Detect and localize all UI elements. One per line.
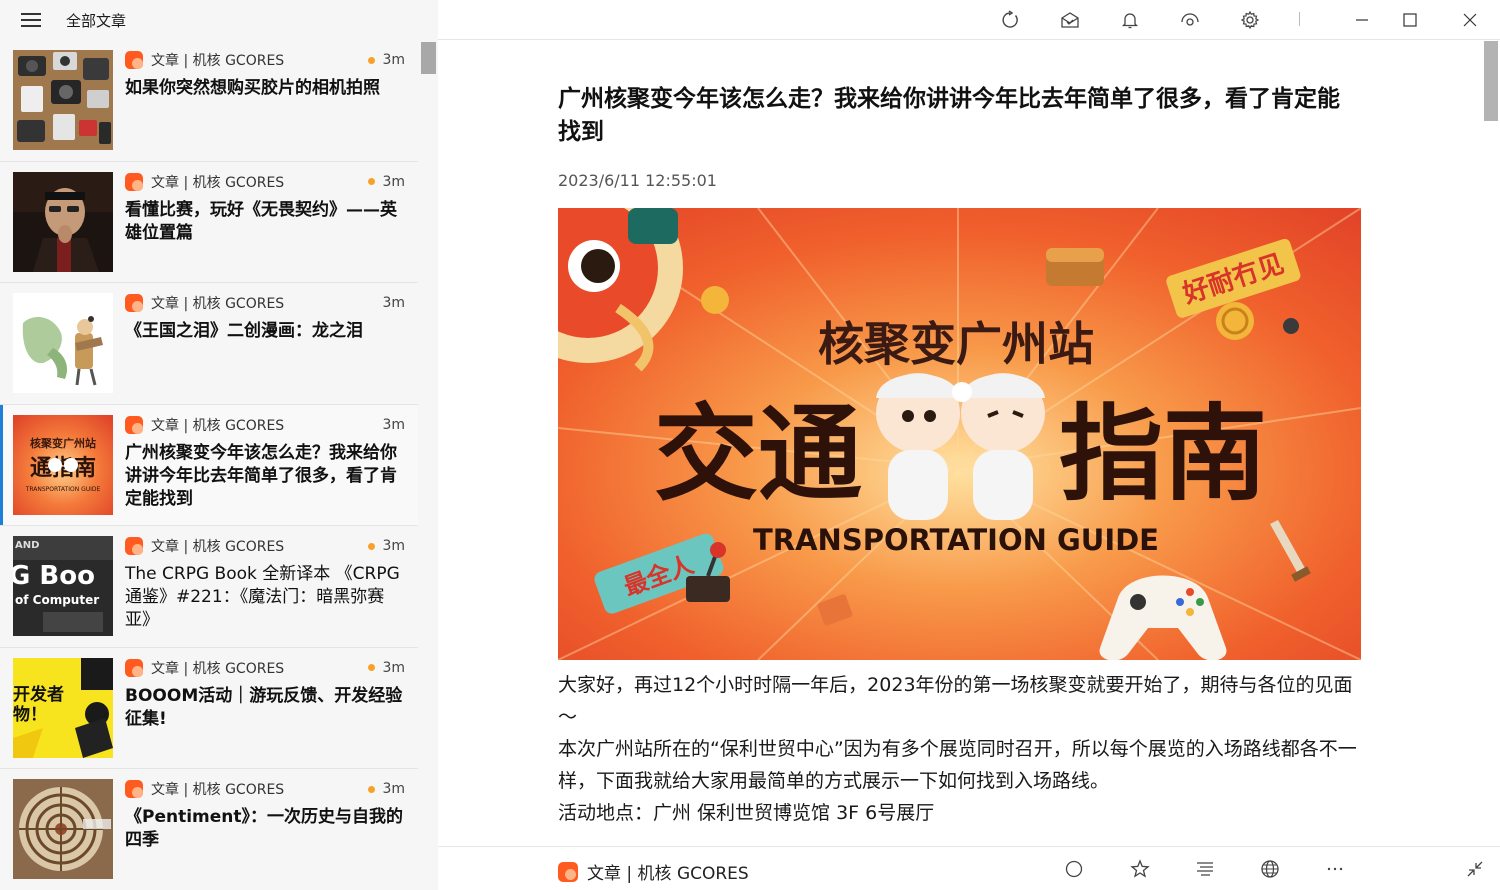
- source-name: 文章 | 机核 GCORES: [151, 174, 285, 191]
- source-icon: [558, 861, 578, 882]
- list-item[interactable]: 文章 | 机核 GCORES 3m 《王国之泪》二创漫画：龙之泪: [0, 283, 418, 405]
- article-title: 《Pentiment》：一次历史与自我的四季: [125, 807, 404, 850]
- list-item-selected[interactable]: 核聚变广州站 通指南 TRANSPORTATION GUIDE 文章 | 机核 …: [0, 404, 418, 526]
- article-date: 2023/6/11 12:55:01: [558, 171, 717, 190]
- list-item[interactable]: 文章 | 机核 GCORES 3m 如果你突然想购买胶片的相机拍照: [0, 40, 418, 162]
- collapse-icon[interactable]: [1463, 857, 1487, 881]
- source-icon: [125, 172, 143, 191]
- list-item[interactable]: 开发者 物！ 文章 | 机核 GCORES 3m BOOOM活动｜游玩反馈、开发…: [0, 648, 418, 769]
- source-icon: [125, 51, 143, 69]
- thumb-text: 物！: [13, 704, 47, 725]
- close-icon[interactable]: [1458, 8, 1482, 32]
- article-age: 3m: [382, 659, 405, 676]
- list-title: 全部文章: [66, 11, 127, 30]
- article-title: BOOOM活动｜游玩反馈、开发经验征集!: [125, 685, 403, 729]
- thumb-text: AND: [15, 540, 39, 551]
- article-hero-image: 好耐冇见 核聚变广州站 交通 指南 TRANSPORTATION GUIDE 最…: [558, 208, 1361, 660]
- thumb-text: G Boo: [13, 561, 95, 591]
- bell-icon[interactable]: [1118, 8, 1142, 32]
- source-name: 文章 | 机核 GCORES: [151, 53, 285, 69]
- mark-all-read-icon[interactable]: [1058, 8, 1082, 32]
- circle-icon[interactable]: [1062, 857, 1086, 881]
- article-thumbnail: [13, 779, 113, 879]
- article-title: 《王国之泪》二创漫画：龙之泪: [125, 321, 363, 341]
- star-icon[interactable]: [1128, 857, 1152, 881]
- source-icon: [125, 780, 143, 798]
- source-icon: [125, 537, 143, 555]
- article-heading: 广州核聚变今年该怎么走？我来给你讲讲今年比去年简单了很多，看了肯定能找到: [558, 86, 1340, 145]
- gear-icon[interactable]: [1238, 8, 1262, 32]
- article-thumbnail: 开发者 物！: [13, 657, 113, 758]
- article-title: 如果你突然想购买胶片的相机拍照: [125, 78, 380, 98]
- article-thumbnail: 核聚变广州站 通指南 TRANSPORTATION GUIDE: [13, 414, 113, 515]
- article-age: 3m: [382, 295, 405, 311]
- text-format-icon[interactable]: [1193, 857, 1217, 881]
- thumb-text: of Computer: [15, 593, 99, 607]
- list-scrollbar-thumb[interactable]: [421, 42, 436, 74]
- source-icon: [125, 294, 143, 312]
- unread-dot-icon: [368, 785, 376, 793]
- bottom-source[interactable]: 文章 | 机核 GCORES: [558, 859, 749, 884]
- list-item[interactable]: 文章 | 机核 GCORES 3m 《Pentiment》：一次历史与自我的四季: [0, 769, 418, 890]
- unread-dot-icon: [368, 542, 376, 550]
- thumb-text: TRANSPORTATION GUIDE: [25, 486, 101, 493]
- article-content: 广州核聚变今年该怎么走？我来给你讲讲今年比去年简单了很多，看了肯定能找到 202…: [438, 41, 1482, 845]
- article-age: 3m: [382, 52, 405, 68]
- article-thumbnail: [13, 50, 113, 150]
- hero-main-left: 交通: [654, 393, 862, 515]
- article-age: 3m: [382, 173, 405, 190]
- globe-icon[interactable]: [1258, 857, 1282, 881]
- article-title: 广州核聚变今年该怎么走？我来给你讲讲今年比去年简单了很多，看了肯定能找到: [125, 442, 397, 509]
- thumb-text: 核聚变广州站: [30, 436, 96, 450]
- source-icon: [125, 658, 143, 677]
- list-item[interactable]: AND G Boo of Computer 文章 | 机核 GCORES 3m …: [0, 526, 418, 648]
- article-age: 3m: [382, 538, 405, 554]
- thumb-text: 开发者: [13, 684, 64, 705]
- article-paragraph: 大家好，再过12个小时时隔一年后，2023年份的第一场核聚变就要开始了，期待与各…: [558, 674, 1353, 728]
- article-scrollbar[interactable]: [1482, 41, 1500, 845]
- article-scrollbar-thumb[interactable]: [1484, 41, 1498, 121]
- refresh-icon[interactable]: [998, 8, 1022, 32]
- article-list: 文章 | 机核 GCORES 3m 如果你突然想购买胶片的相机拍照 文章 | 机…: [0, 40, 418, 890]
- toolbar-divider: [1299, 12, 1300, 26]
- source-icon: [125, 415, 143, 434]
- thumb-text: 通指南: [30, 456, 96, 481]
- list-item[interactable]: 文章 | 机核 GCORES 3m 看懂比赛，玩好《无畏契约》——英雄位置篇: [0, 162, 418, 283]
- source-name: 文章 | 机核 GCORES: [151, 660, 285, 677]
- top-toolbar: [438, 0, 1500, 40]
- more-icon[interactable]: [1323, 857, 1347, 881]
- reading-pane: 广州核聚变今年该怎么走？我来给你讲讲今年比去年简单了很多，看了肯定能找到 202…: [438, 0, 1500, 890]
- maximize-icon[interactable]: [1398, 8, 1422, 32]
- bottom-source-name: 文章 | 机核 GCORES: [587, 864, 749, 884]
- source-name: 文章 | 机核 GCORES: [151, 417, 285, 434]
- article-age: 3m: [382, 416, 405, 433]
- source-name: 文章 | 机核 GCORES: [151, 296, 285, 312]
- article-title: The CRPG Book 全新译本 《CRPG 通鉴》#221：《魔法门：暗黑…: [125, 564, 400, 630]
- article-age: 3m: [382, 781, 405, 797]
- article-body: 大家好，再过12个小时时隔一年后，2023年份的第一场核聚变就要开始了，期待与各…: [558, 669, 1358, 829]
- article-thumbnail: [13, 293, 113, 393]
- article-paragraph: 本次广州站所在的“保利世贸中心”因为有多个展览同时召开，所以每个展览的入场路线都…: [558, 738, 1357, 792]
- article-thumbnail: [13, 171, 113, 272]
- article-list-pane: 全部文章 文章 | 机核 GCORES 3m 如果你突然想购买胶片的相机拍照 文…: [0, 0, 438, 890]
- bottom-toolbar: 文章 | 机核 GCORES: [438, 846, 1500, 890]
- minimize-icon[interactable]: [1350, 8, 1374, 32]
- article-title: 看懂比赛，玩好《无畏契约》——英雄位置篇: [125, 199, 397, 243]
- unread-dot-icon: [368, 664, 376, 671]
- hero-top-title: 核聚变广州站: [818, 317, 1094, 371]
- hero-subtitle: TRANSPORTATION GUIDE: [753, 523, 1159, 557]
- hero-main-right: 指南: [1059, 393, 1267, 515]
- unread-dot-icon: [368, 56, 376, 64]
- article-paragraph: 活动地点：广州 保利世贸博览馆 3F 6号展厅: [558, 802, 935, 824]
- source-name: 文章 | 机核 GCORES: [151, 539, 285, 555]
- list-header: 全部文章: [0, 0, 438, 40]
- unread-dot-icon: [368, 178, 376, 185]
- hamburger-menu-icon[interactable]: [21, 13, 41, 27]
- list-scrollbar[interactable]: [419, 40, 438, 890]
- article-thumbnail: AND G Boo of Computer: [13, 536, 113, 636]
- view-icon[interactable]: [1178, 8, 1202, 32]
- source-name: 文章 | 机核 GCORES: [151, 782, 285, 798]
